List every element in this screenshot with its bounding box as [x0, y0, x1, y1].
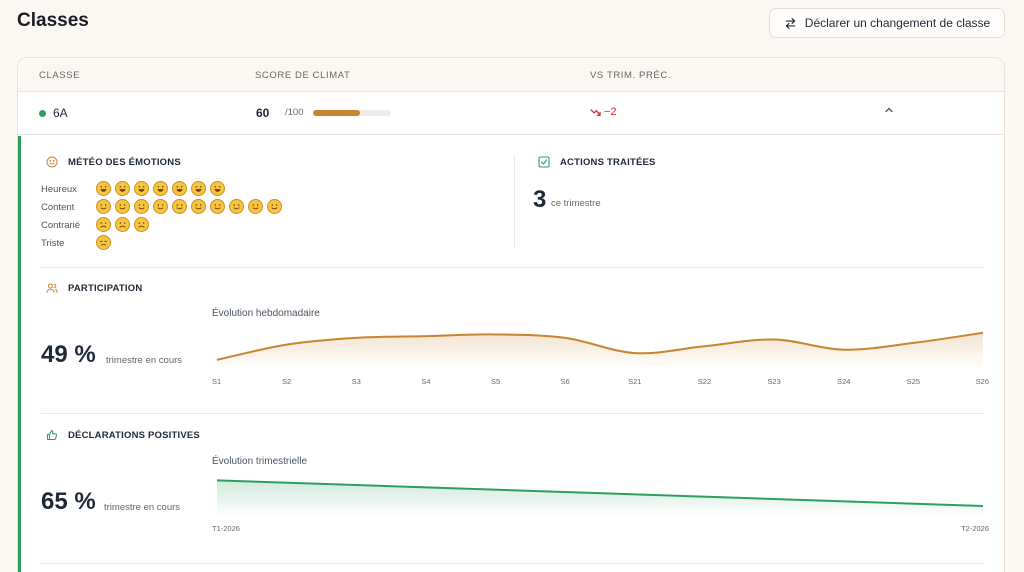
emoji-face-icon	[191, 199, 206, 214]
climate-score-max: /100	[285, 107, 304, 118]
emoji-face-icon	[134, 199, 149, 214]
column-header-climate-score: SCORE DE CLIMAT	[255, 70, 351, 81]
x-tick-label: S24	[837, 377, 850, 386]
emoji-face-icon	[115, 199, 130, 214]
emoji-face-icon	[134, 181, 149, 196]
chevron-up-icon[interactable]	[884, 105, 894, 115]
declare-class-change-button[interactable]: Déclarer un changement de classe	[769, 8, 1005, 38]
climate-score-value: 60	[256, 106, 270, 120]
swap-arrows-icon	[785, 17, 795, 29]
emoji-face-icon	[96, 199, 111, 214]
trend-indicator: −2	[590, 106, 617, 118]
chart-area-fill	[217, 332, 983, 370]
classes-card: CLASSE SCORE DE CLIMAT VS TRIM. PRÉC. 6A…	[17, 57, 1005, 572]
emotion-row-sad	[96, 235, 111, 250]
trend-down-icon	[590, 108, 601, 116]
emotions-title: MÉTÉO DES ÉMOTIONS	[68, 156, 181, 168]
x-tick-label: S4	[421, 377, 430, 386]
actions-count: 3	[533, 186, 547, 213]
status-dot	[39, 110, 46, 117]
x-tick-label: S6	[561, 377, 570, 386]
emoji-face-icon	[134, 217, 149, 232]
x-tick-label: T2-2026	[961, 524, 989, 533]
emotions-section-title: MÉTÉO DES ÉMOTIONS	[46, 156, 181, 168]
column-header-vs-previous: VS TRIM. PRÉC.	[590, 70, 672, 81]
declarations-value: 65 %	[41, 488, 96, 515]
emoji-face-icon	[229, 199, 244, 214]
emoji-face-icon	[191, 181, 206, 196]
participation-note: trimestre en cours	[106, 355, 183, 366]
participation-section-title: PARTICIPATION	[46, 282, 142, 294]
divider	[41, 267, 985, 268]
x-tick-label: S23	[767, 377, 780, 386]
users-icon	[46, 283, 58, 293]
page-title: Classes	[17, 10, 89, 31]
actions-note: ce trimestre	[551, 198, 601, 209]
emotion-row-content	[96, 199, 282, 214]
participation-chart-title: Évolution hebdomadaire	[212, 308, 320, 319]
emotion-label-content: Content	[41, 202, 75, 213]
x-tick-label: S3	[352, 377, 361, 386]
participation-value: 49 %	[41, 341, 96, 368]
x-tick-label: S2	[282, 377, 291, 386]
section-divider	[514, 154, 515, 247]
declarations-title: DÉCLARATIONS POSITIVES	[68, 429, 200, 441]
emoji-face-icon	[96, 217, 111, 232]
x-tick-label: S1	[212, 377, 221, 386]
actions-title: ACTIONS TRAITÉES	[560, 156, 656, 168]
declarations-note: trimestre en cours	[104, 502, 181, 513]
x-tick-label: S25	[907, 377, 920, 386]
emoji-face-icon	[96, 235, 111, 250]
emoji-face-icon	[267, 199, 282, 214]
trend-value: −2	[604, 106, 617, 118]
declarations-chart-title: Évolution trimestrielle	[212, 456, 308, 467]
table-header: CLASSE SCORE DE CLIMAT VS TRIM. PRÉC.	[18, 58, 1004, 92]
emotion-label-upset: Contrarié	[41, 220, 81, 231]
emoji-face-icon	[153, 181, 168, 196]
emotion-row-upset	[96, 217, 149, 232]
climate-score-bar-fill	[313, 110, 360, 116]
emoji-face-icon	[248, 199, 263, 214]
emoji-face-icon	[172, 181, 187, 196]
chart-area-fill	[217, 480, 983, 517]
emoji-face-icon	[172, 199, 187, 214]
class-name: 6A	[53, 106, 68, 120]
emoji-face-icon	[153, 199, 168, 214]
x-tick-label: S22	[698, 377, 711, 386]
emotion-row-happy	[96, 181, 225, 196]
class-details-panel: MÉTÉO DES ÉMOTIONS Heureux Content Contr…	[18, 136, 1004, 572]
emoji-face-icon	[115, 181, 130, 196]
emoji-face-icon	[210, 199, 225, 214]
table-row[interactable]: 6A 60 /100 −2	[18, 92, 1004, 135]
emoji-face-icon	[210, 181, 225, 196]
declare-class-change-label: Déclarer un changement de classe	[804, 16, 991, 30]
divider	[41, 413, 985, 414]
x-tick-label: T1-2026	[212, 524, 240, 533]
declarations-chart: T1-2026 T2-2026	[212, 479, 989, 533]
smiley-icon	[46, 156, 58, 168]
x-tick-label: S5	[491, 377, 500, 386]
divider	[41, 563, 985, 564]
column-header-class: CLASSE	[39, 70, 81, 81]
emoji-face-icon	[115, 217, 130, 232]
participation-title: PARTICIPATION	[68, 282, 143, 294]
thumbs-up-icon	[47, 430, 58, 440]
checkbox-icon	[538, 156, 550, 168]
emoji-face-icon	[96, 181, 111, 196]
climate-score-bar	[313, 110, 391, 116]
participation-chart: S1 S2 S3 S4 S5 S6 S21 S22 S23 S24 S25 S26	[212, 331, 989, 386]
x-tick-label: S26	[976, 377, 989, 386]
x-tick-label: S21	[628, 377, 641, 386]
declarations-section-title: DÉCLARATIONS POSITIVES	[46, 429, 200, 441]
emotion-label-happy: Heureux	[41, 184, 77, 195]
actions-section-title: ACTIONS TRAITÉES	[538, 156, 656, 168]
emotion-label-sad: Triste	[41, 238, 65, 249]
